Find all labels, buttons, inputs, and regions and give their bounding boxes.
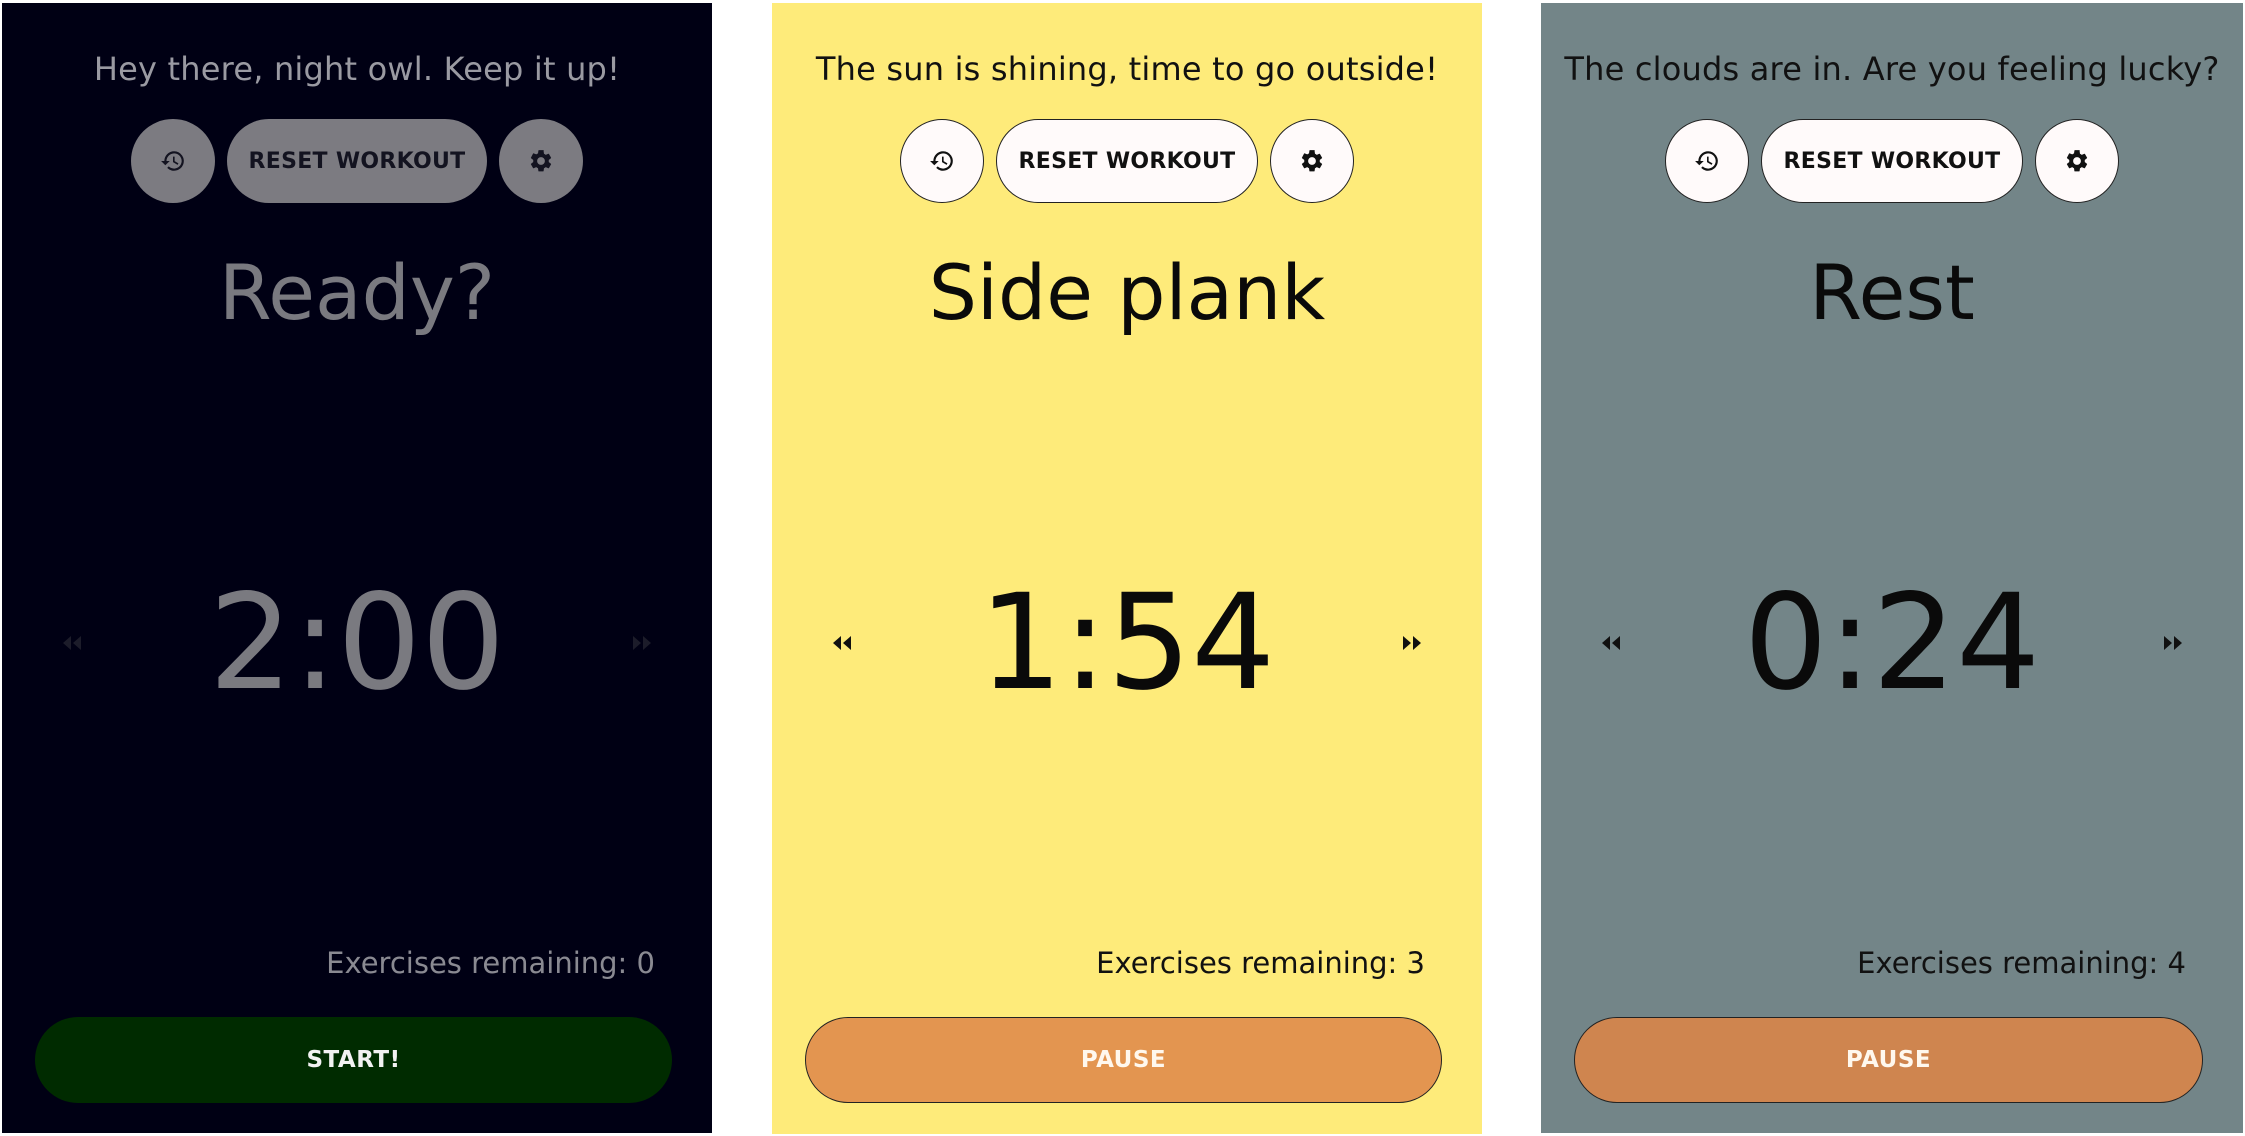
history-button[interactable] (130, 119, 215, 203)
next-exercise-button[interactable] (2153, 623, 2193, 663)
gear-icon (1302, 150, 1323, 172)
fast-forward-icon (2164, 636, 2182, 650)
timer-row: 1:54 (772, 568, 1482, 718)
next-exercise-button[interactable] (622, 623, 662, 663)
rewind-icon (63, 636, 81, 650)
exercises-remaining: Exercises remaining: 0 (326, 946, 655, 980)
fast-forward-icon (633, 636, 651, 650)
history-icon (1694, 151, 1718, 171)
screenshots-stage: Hey there, night owl. Keep it up! RESET … (0, 0, 2245, 1136)
top-controls: RESET WORKOUT (1541, 119, 2243, 203)
countdown-timer: 2:00 (208, 566, 506, 720)
timer-row: 2:00 (2, 568, 712, 718)
exercise-title: Ready? (218, 248, 496, 337)
exercises-remaining: Exercises remaining: 3 (1096, 946, 1425, 980)
gear-icon (531, 150, 552, 172)
history-button[interactable] (899, 119, 984, 203)
pause-button[interactable]: PAUSE (805, 1017, 1442, 1103)
workout-screen-night: Hey there, night owl. Keep it up! RESET … (2, 3, 712, 1133)
greeting-text: The sun is shining, time to go outside! (815, 50, 1439, 88)
reset-workout-button[interactable]: RESET WORKOUT (1760, 119, 2024, 203)
next-exercise-button[interactable] (1392, 623, 1432, 663)
settings-button[interactable] (1270, 119, 1355, 203)
countdown-timer: 0:24 (1743, 566, 2041, 720)
history-icon (160, 151, 184, 171)
settings-button[interactable] (499, 119, 584, 203)
workout-screen-sunny: The sun is shining, time to go outside! … (772, 3, 1482, 1134)
timer-row: 0:24 (1541, 568, 2243, 718)
rewind-icon (1602, 636, 1620, 650)
countdown-timer: 1:54 (978, 566, 1276, 720)
previous-exercise-button[interactable] (52, 623, 92, 663)
reset-workout-button[interactable]: RESET WORKOUT (226, 119, 488, 203)
pause-button[interactable]: PAUSE (1574, 1017, 2203, 1103)
top-controls: RESET WORKOUT (2, 119, 712, 203)
rewind-icon (833, 636, 851, 650)
fast-forward-icon (1403, 636, 1421, 650)
gear-icon (2067, 150, 2088, 172)
start-button[interactable]: START! (35, 1017, 672, 1103)
top-controls: RESET WORKOUT (772, 119, 1482, 203)
settings-button[interactable] (2035, 119, 2120, 203)
history-icon (929, 151, 953, 171)
exercises-remaining: Exercises remaining: 4 (1857, 946, 2186, 980)
exercise-title: Side plank (928, 248, 1326, 337)
exercise-title: Rest (1809, 248, 1975, 337)
previous-exercise-button[interactable] (822, 623, 862, 663)
history-button[interactable] (1664, 119, 1749, 203)
previous-exercise-button[interactable] (1591, 623, 1631, 663)
reset-workout-button[interactable]: RESET WORKOUT (995, 119, 1259, 203)
workout-screen-cloudy: The clouds are in. Are you feeling lucky… (1541, 3, 2243, 1133)
greeting-text: Hey there, night owl. Keep it up! (93, 50, 621, 88)
greeting-text: The clouds are in. Are you feeling lucky… (1564, 50, 2220, 88)
